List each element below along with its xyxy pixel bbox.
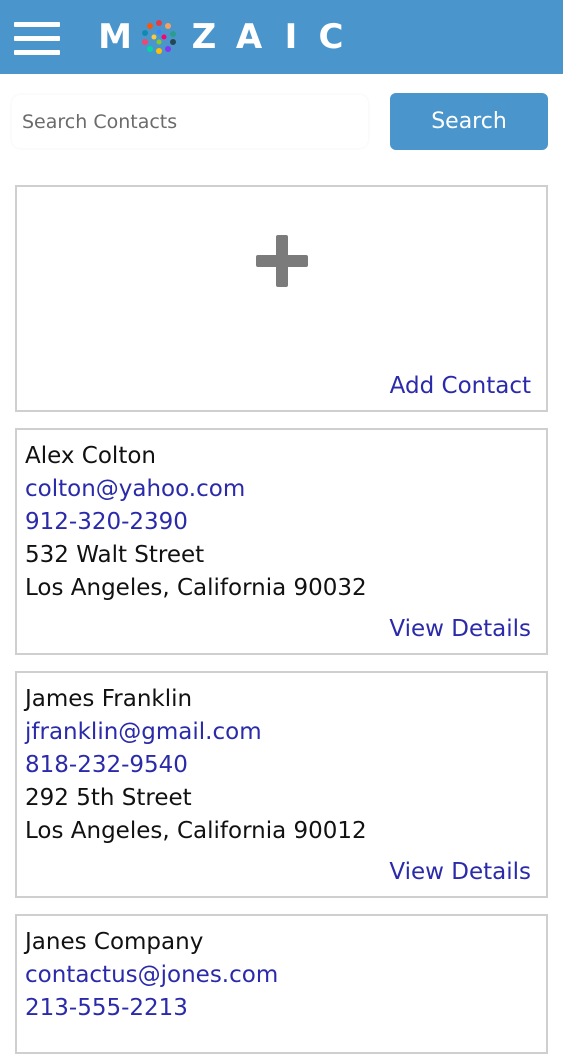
menu-bar <box>14 22 60 27</box>
mozaic-logo: M Z A I C <box>94 16 348 58</box>
add-contact-link[interactable]: Add Contact <box>390 373 531 399</box>
contact-street: 292 5th Street <box>25 785 192 811</box>
add-contact-card[interactable]: Add Contact <box>15 185 548 412</box>
contact-phone-link[interactable]: 912-320-2390 <box>25 506 367 539</box>
contact-name: Janes Company <box>25 929 204 955</box>
contact-name: Alex Colton <box>25 443 156 469</box>
contact-email-link[interactable]: contactus@jones.com <box>25 959 278 992</box>
menu-bar <box>14 50 60 55</box>
contact-email-link[interactable]: colton@yahoo.com <box>25 473 367 506</box>
contact-city-line: Los Angeles, California 90012 <box>25 818 367 844</box>
view-details-link[interactable]: View Details <box>389 859 531 885</box>
contact-card: Janes Company contactus@jones.com 213-55… <box>15 914 548 1054</box>
contact-phone-link[interactable]: 213-555-2213 <box>25 992 278 1025</box>
logo-mosaic-o-icon <box>142 20 176 54</box>
view-details-link[interactable]: View Details <box>389 616 531 642</box>
contact-card: James Franklin jfranklin@gmail.com 818-2… <box>15 671 548 898</box>
hamburger-menu-icon[interactable] <box>14 22 60 56</box>
contact-email-link[interactable]: jfranklin@gmail.com <box>25 716 367 749</box>
contact-phone-link[interactable]: 818-232-9540 <box>25 749 367 782</box>
search-contacts-input[interactable] <box>12 95 368 148</box>
contact-name: James Franklin <box>25 686 193 712</box>
contact-card: Alex Colton colton@yahoo.com 912-320-239… <box>15 428 548 655</box>
logo-letter: C <box>318 17 344 57</box>
contact-street: 532 Walt Street <box>25 542 205 568</box>
search-button[interactable]: Search <box>390 93 548 150</box>
logo-letter: I <box>284 17 298 57</box>
contact-city-line: Los Angeles, California 90032 <box>25 575 367 601</box>
plus-icon <box>256 235 308 287</box>
logo-letter: A <box>235 17 263 57</box>
logo-letter: M <box>98 17 132 57</box>
logo-letter: Z <box>191 17 217 57</box>
app-header: M Z A I C <box>0 0 563 74</box>
menu-bar <box>14 36 60 41</box>
